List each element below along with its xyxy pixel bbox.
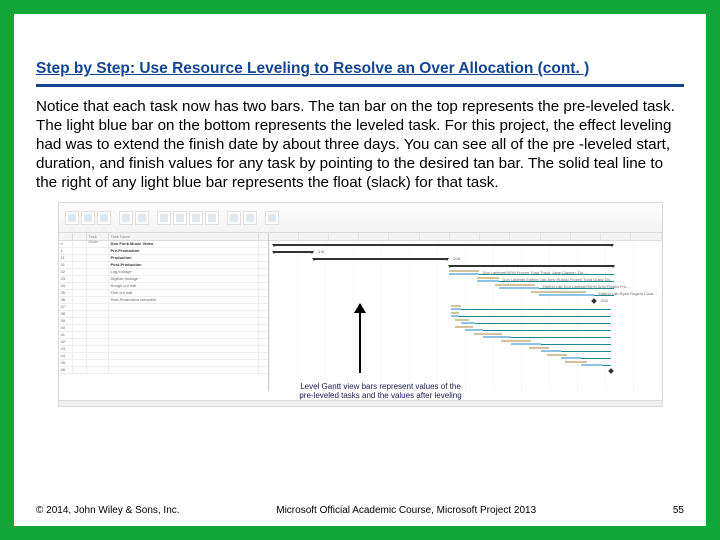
callout-text: Level Gantt view bars represent values o… xyxy=(291,382,471,400)
ribbon-button[interactable] xyxy=(135,211,149,225)
table-row[interactable]: 38 xyxy=(59,311,268,318)
slide: Step by Step: Use Resource Leveling to R… xyxy=(14,14,706,526)
gantt-chart[interactable]: 1/6 3/18 Don xyxy=(269,233,662,391)
table-row[interactable]: 44 xyxy=(59,353,268,360)
course-name: Microsoft Official Academic Course, Micr… xyxy=(140,505,673,516)
body-text: Notice that each task now has two bars. … xyxy=(36,97,684,192)
slide-footer: © 2014, John Wiley & Sons, Inc. Microsof… xyxy=(36,505,684,516)
ribbon-button[interactable] xyxy=(97,211,111,225)
timescale xyxy=(269,233,662,241)
callout-arrow xyxy=(359,309,361,373)
ribbon-button[interactable] xyxy=(157,211,171,225)
table-row[interactable]: 0Don Funk Music Video xyxy=(59,241,268,248)
ribbon-button[interactable] xyxy=(173,211,187,225)
milestone-icon xyxy=(591,298,597,304)
slide-title: Step by Step: Use Resource Leveling to R… xyxy=(36,60,684,78)
table-row[interactable]: 40 xyxy=(59,325,268,332)
ribbon-button[interactable] xyxy=(119,211,133,225)
table-row[interactable]: 36 Post-Production complete xyxy=(59,297,268,304)
page-number: 55 xyxy=(673,505,684,516)
table-row[interactable]: 1Pre-Production xyxy=(59,248,268,255)
milestone-icon xyxy=(608,368,614,374)
title-rule xyxy=(36,84,684,87)
table-row[interactable]: 11Production xyxy=(59,255,268,262)
ribbon-button[interactable] xyxy=(243,211,257,225)
task-table[interactable]: Task Mode Task Name 0Don Funk Music Vide… xyxy=(59,233,269,391)
screenshot-figure: Task Mode Task Name 0Don Funk Music Vide… xyxy=(58,202,663,407)
ribbon-button[interactable] xyxy=(65,211,79,225)
horizontal-scrollbar[interactable] xyxy=(59,400,662,406)
table-header: Task Mode Task Name xyxy=(59,233,268,241)
ribbon-button[interactable] xyxy=(189,211,203,225)
ribbon-button[interactable] xyxy=(227,211,241,225)
table-row[interactable]: 32 Log footage xyxy=(59,269,268,276)
ribbon-button[interactable] xyxy=(81,211,95,225)
ribbon-button[interactable] xyxy=(205,211,219,225)
table-row[interactable]: 31Post-Production xyxy=(59,262,268,269)
ribbon-button[interactable] xyxy=(265,211,279,225)
table-row[interactable]: 35 Fine cut edit xyxy=(59,290,268,297)
table-row[interactable]: 34 Rough cut edit xyxy=(59,283,268,290)
table-row[interactable]: 46 xyxy=(59,367,268,374)
table-row[interactable]: 39 xyxy=(59,318,268,325)
table-row[interactable]: 37 xyxy=(59,304,268,311)
table-row[interactable]: 45 xyxy=(59,360,268,367)
table-row[interactable]: 42 xyxy=(59,339,268,346)
ribbon xyxy=(59,203,662,233)
table-row[interactable]: 41 xyxy=(59,332,268,339)
table-row[interactable]: 33 Digitize footage xyxy=(59,276,268,283)
table-row[interactable]: 43 xyxy=(59,346,268,353)
